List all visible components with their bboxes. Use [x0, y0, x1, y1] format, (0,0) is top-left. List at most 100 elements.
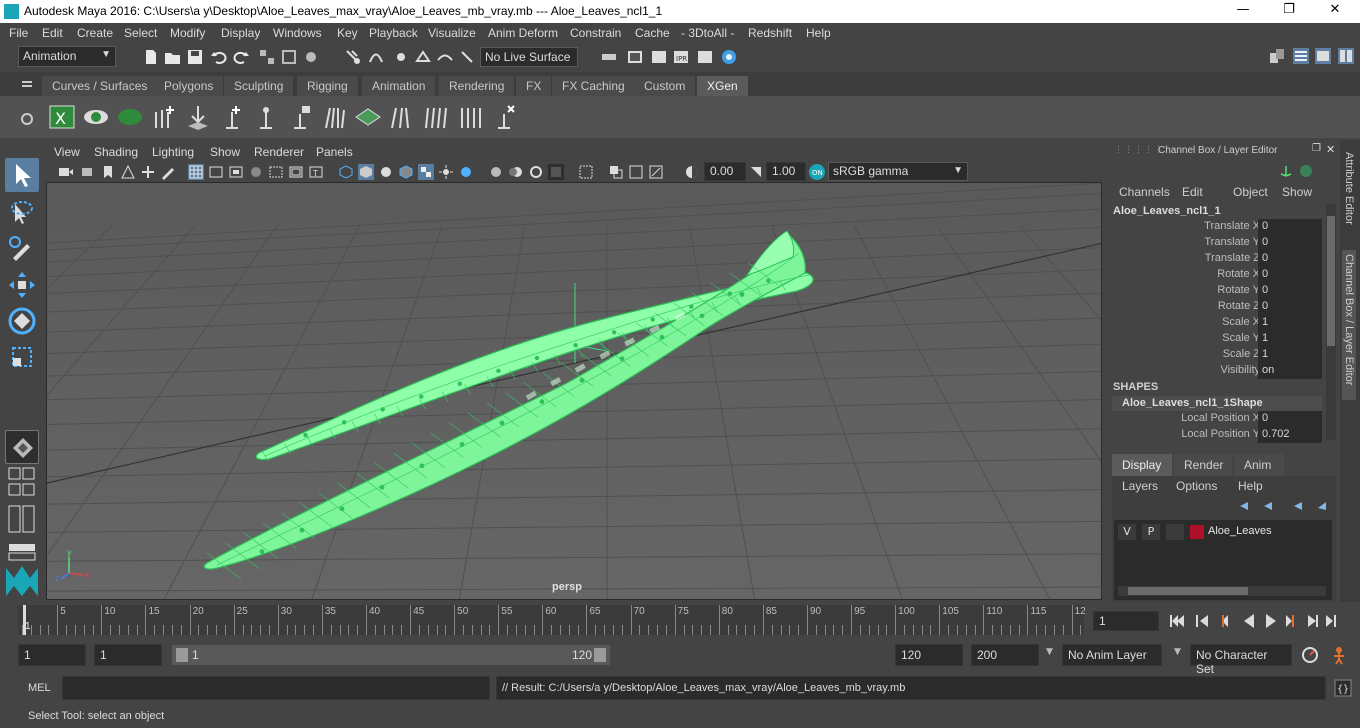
- minimize-button[interactable]: —: [1228, 2, 1258, 20]
- channel-row[interactable]: Translate Z0: [1104, 251, 1322, 267]
- select-component-icon[interactable]: [302, 48, 320, 66]
- channel-row[interactable]: Translate Y0: [1104, 235, 1322, 251]
- layer-playback-toggle[interactable]: P: [1142, 524, 1160, 540]
- xgen-editor-icon[interactable]: X: [48, 102, 76, 132]
- workspace-icon[interactable]: [1268, 47, 1286, 65]
- xgen-place-guide-icon[interactable]: [184, 102, 212, 132]
- panel-menu-lighting[interactable]: Lighting: [152, 145, 194, 159]
- cb-menu-channels[interactable]: Channels: [1119, 185, 1170, 199]
- wireframe-on-shaded-icon[interactable]: [398, 164, 414, 180]
- shelf-tab-sculpting[interactable]: Sculpting: [224, 76, 295, 96]
- maximize-button[interactable]: ❐: [1274, 2, 1304, 20]
- xgen-guide-tool-icon[interactable]: [252, 102, 280, 132]
- safe-action-icon[interactable]: [288, 164, 304, 180]
- xgen-add-guide-icon[interactable]: [150, 102, 178, 132]
- panel-menu-shading[interactable]: Shading: [94, 145, 138, 159]
- undo-icon[interactable]: [210, 48, 228, 66]
- snap-point-icon[interactable]: [392, 48, 410, 66]
- channel-value[interactable]: 1: [1258, 331, 1322, 347]
- layout-four-view-icon[interactable]: [8, 466, 36, 498]
- cb-menu-object[interactable]: Object: [1233, 185, 1268, 199]
- channel-value[interactable]: 0: [1258, 219, 1322, 235]
- resolution-gate-icon[interactable]: [228, 164, 244, 180]
- channel-row[interactable]: Scale Y1: [1104, 331, 1322, 347]
- open-scene-icon[interactable]: [164, 48, 182, 66]
- layout-graph-icon[interactable]: [8, 542, 36, 562]
- exposure-field[interactable]: 0.00: [704, 162, 746, 181]
- smooth-shade-icon[interactable]: [358, 164, 374, 180]
- shape-channel-row[interactable]: Local Position Y 0.702: [1104, 427, 1322, 443]
- menu-constrain[interactable]: Constrain: [570, 26, 621, 40]
- lasso-tool[interactable]: [5, 196, 39, 230]
- menu-anim-deform[interactable]: Anim Deform: [488, 26, 558, 40]
- xray-icon[interactable]: [608, 164, 624, 180]
- layout-outliner-icon[interactable]: [8, 504, 36, 534]
- field-chart-icon[interactable]: [268, 164, 284, 180]
- cb-menu-edit[interactable]: Edit: [1182, 185, 1203, 199]
- shelf-tab-fx-caching[interactable]: FX Caching: [552, 76, 636, 96]
- film-gate-icon[interactable]: [208, 164, 224, 180]
- timeline-track[interactable]: 1 5 10 15 20 25 30 35 40 45 50 55 60 65 70 75 80 85 90 95 1…: [18, 605, 1086, 635]
- tab-render[interactable]: Render: [1174, 454, 1232, 476]
- toggle-tool-settings-icon[interactable]: [1314, 47, 1332, 65]
- current-frame-field[interactable]: 1: [1093, 611, 1159, 631]
- menu-cache[interactable]: Cache: [635, 26, 670, 40]
- bookmark-icon[interactable]: [100, 164, 116, 180]
- shelf-tab-rendering[interactable]: Rendering: [439, 76, 516, 96]
- shelf-tab-fx[interactable]: FX: [516, 76, 553, 96]
- camera-select-icon[interactable]: [58, 164, 74, 180]
- xgen-lock-guide-icon[interactable]: [286, 102, 314, 132]
- menu-help[interactable]: Help: [806, 26, 831, 40]
- panel-menu-view[interactable]: View: [54, 145, 80, 159]
- time-slider[interactable]: 1 5 10 15 20 25 30 35 40 45 50 55 60 65 70 75 80 85 90 95 1…: [0, 603, 1360, 637]
- 2d-pan-zoom-icon[interactable]: [140, 164, 156, 180]
- tab-anim[interactable]: Anim: [1234, 454, 1284, 476]
- script-editor-icon[interactable]: {}: [1334, 679, 1352, 697]
- snap-view-plane-icon[interactable]: [414, 48, 432, 66]
- float-panel-icon[interactable]: ❐: [1312, 143, 1321, 154]
- menu-display[interactable]: Display: [221, 26, 260, 40]
- channel-row[interactable]: Scale X1: [1104, 315, 1322, 331]
- xgen-groom-icon[interactable]: [320, 102, 348, 132]
- menu-edit[interactable]: Edit: [42, 26, 63, 40]
- chevron-down-icon[interactable]: ▼: [1174, 647, 1181, 657]
- menu-playback[interactable]: Playback: [369, 26, 418, 40]
- channel-value[interactable]: 1: [1258, 315, 1322, 331]
- layer-action-icons[interactable]: [1236, 498, 1332, 514]
- xgen-leaf-icon[interactable]: [116, 102, 144, 132]
- attribute-editor-tab[interactable]: Attribute Editor: [1343, 152, 1355, 242]
- exposure-icon[interactable]: [684, 164, 700, 180]
- screen-space-ao-icon[interactable]: [488, 164, 504, 180]
- paint-select-tool[interactable]: [5, 232, 39, 266]
- toggle-attribute-editor-icon[interactable]: [1292, 47, 1310, 65]
- depth-of-field-icon[interactable]: [548, 164, 564, 180]
- camera-attributes-icon[interactable]: [80, 164, 96, 180]
- shadows-icon[interactable]: [458, 164, 474, 180]
- playback-end-field[interactable]: 120: [895, 644, 963, 666]
- scene-start-field[interactable]: 1: [18, 644, 86, 666]
- menu-redshift[interactable]: Redshift: [748, 26, 792, 40]
- go-to-start-icon[interactable]: [1170, 615, 1184, 627]
- close-button[interactable]: ✕: [1320, 2, 1350, 20]
- panel-menu-show[interactable]: Show: [210, 145, 240, 159]
- xgen-sculpt-guide-icon[interactable]: [218, 102, 246, 132]
- xray-joints-icon[interactable]: [648, 164, 664, 180]
- step-forward-key-icon[interactable]: [1286, 615, 1294, 627]
- range-start-handle[interactable]: [176, 648, 188, 662]
- grid-toggle-icon[interactable]: [188, 164, 204, 180]
- isolate-select-icon[interactable]: [578, 164, 594, 180]
- shelf-tab-animation[interactable]: Animation: [362, 76, 437, 96]
- layer-hscrollbar[interactable]: [1118, 586, 1326, 596]
- auto-key-icon[interactable]: [1300, 645, 1320, 665]
- wireframe-icon[interactable]: [338, 164, 354, 180]
- close-panel-icon[interactable]: ✕: [1326, 143, 1335, 156]
- tab-display[interactable]: Display: [1112, 454, 1172, 476]
- range-end-handle[interactable]: [594, 648, 606, 662]
- play-forward-icon[interactable]: [1266, 614, 1276, 628]
- shelf-menu-icon[interactable]: [20, 78, 34, 92]
- input-output-icon[interactable]: [600, 48, 618, 66]
- render-settings-icon[interactable]: [696, 48, 714, 66]
- xgen-brush-icon[interactable]: [422, 102, 450, 132]
- snap-grid-icon[interactable]: [344, 48, 362, 66]
- layer-menu-layers[interactable]: Layers: [1122, 479, 1158, 493]
